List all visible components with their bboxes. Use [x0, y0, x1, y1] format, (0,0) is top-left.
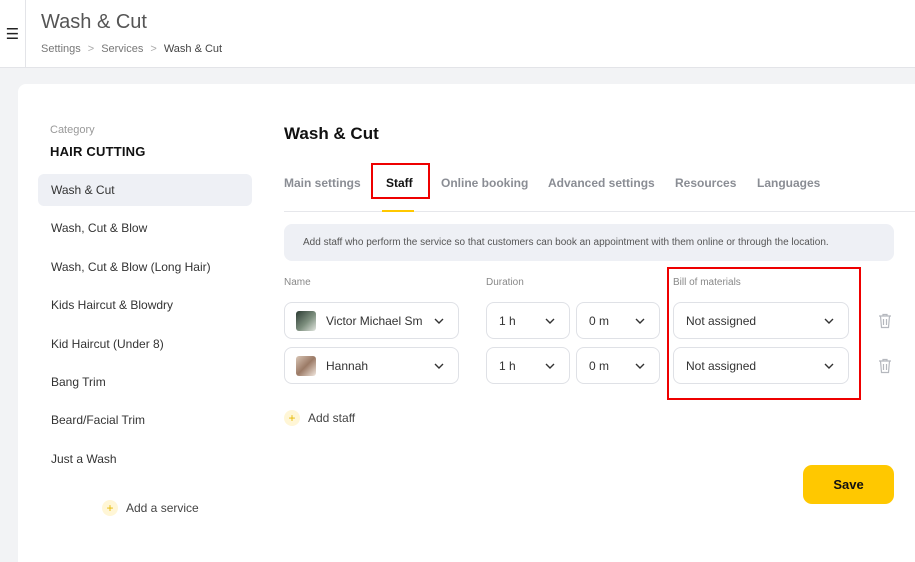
chevron-down-icon: [635, 361, 645, 371]
plus-icon: +: [102, 500, 118, 516]
service-item-wash-cut[interactable]: Wash & Cut: [38, 174, 252, 206]
breadcrumb-separator: >: [87, 43, 95, 55]
tab-main-settings[interactable]: Main settings: [284, 176, 361, 190]
bom-column-highlight: [667, 267, 861, 400]
chevron-down-icon: [635, 316, 645, 326]
duration-hours: 1 h: [499, 358, 516, 373]
add-staff-label: Add staff: [308, 411, 356, 425]
info-banner: Add staff who perform the service so tha…: [284, 224, 894, 261]
category-name: HAIR CUTTING: [50, 144, 146, 159]
avatar: [296, 355, 316, 376]
service-item-kids-haircut-blowdry[interactable]: Kids Haircut & Blowdry: [38, 289, 252, 321]
service-item-just-a-wash[interactable]: Just a Wash: [38, 443, 252, 475]
staff-name: Hannah: [326, 358, 369, 373]
duration-hours-select[interactable]: 1 h: [486, 347, 570, 384]
tab-languages[interactable]: Languages: [757, 176, 820, 190]
tab-resources[interactable]: Resources: [675, 176, 736, 190]
chevron-down-icon: [545, 361, 555, 371]
duration-minutes: 0 m: [589, 358, 610, 373]
breadcrumb-settings[interactable]: Settings: [41, 43, 81, 55]
duration-hours: 1 h: [499, 313, 516, 328]
add-staff-button[interactable]: + Add staff: [284, 410, 355, 426]
service-title: Wash & Cut: [284, 124, 379, 143]
staff-select[interactable]: Hannah: [284, 347, 459, 384]
tab-online-booking[interactable]: Online booking: [441, 176, 528, 190]
duration-minutes-select[interactable]: 0 m: [576, 347, 660, 384]
duration-minutes-select[interactable]: 0 m: [576, 302, 660, 339]
tab-advanced-settings[interactable]: Advanced settings: [548, 176, 655, 190]
column-name-label: Name: [284, 277, 311, 288]
page-title: Wash & Cut: [41, 11, 147, 33]
service-list: Wash & Cut Wash, Cut & Blow Wash, Cut & …: [38, 174, 252, 481]
service-item-beard-facial-trim[interactable]: Beard/Facial Trim: [38, 404, 252, 436]
hamburger-icon[interactable]: ☰: [0, 0, 26, 68]
column-duration-label: Duration: [486, 277, 524, 288]
staff-tab-highlight: [371, 163, 430, 199]
trash-icon[interactable]: [878, 358, 892, 374]
breadcrumb-separator: >: [150, 43, 157, 55]
breadcrumb: Settings > Services > Wash & Cut: [41, 43, 229, 55]
top-bar: ☰ Wash & Cut Settings > Services > Wash …: [0, 0, 915, 68]
plus-icon: +: [284, 410, 300, 426]
service-item-kid-haircut-under-8[interactable]: Kid Haircut (Under 8): [38, 328, 252, 360]
staff-name: Victor Michael Sm: [326, 313, 423, 328]
service-item-wash-cut-blow-long[interactable]: Wash, Cut & Blow (Long Hair): [38, 251, 252, 283]
active-tab-indicator: [382, 210, 414, 212]
breadcrumb-services[interactable]: Services: [101, 43, 143, 55]
trash-icon[interactable]: [878, 313, 892, 329]
category-label: Category: [50, 124, 95, 136]
add-service-button[interactable]: + Add a service: [102, 500, 199, 516]
duration-hours-select[interactable]: 1 h: [486, 302, 570, 339]
chevron-down-icon: [434, 361, 444, 371]
avatar: [296, 310, 316, 331]
chevron-down-icon: [434, 316, 444, 326]
service-card: Category HAIR CUTTING Wash & Cut Wash, C…: [18, 84, 915, 562]
staff-select[interactable]: Victor Michael Sm: [284, 302, 459, 339]
save-button[interactable]: Save: [803, 465, 894, 504]
service-item-wash-cut-blow[interactable]: Wash, Cut & Blow: [38, 212, 252, 244]
duration-minutes: 0 m: [589, 313, 610, 328]
service-item-bang-trim[interactable]: Bang Trim: [38, 366, 252, 398]
add-service-label: Add a service: [126, 501, 199, 515]
chevron-down-icon: [545, 316, 555, 326]
breadcrumb-current: Wash & Cut: [163, 43, 223, 55]
